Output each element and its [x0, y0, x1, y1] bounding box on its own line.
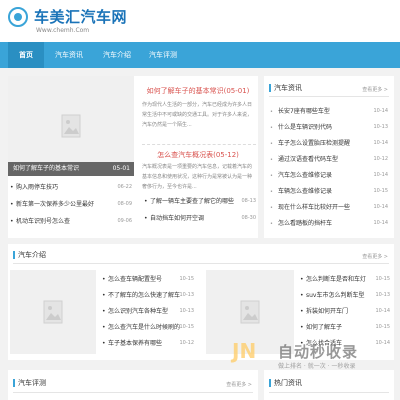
list-item[interactable]: • 怎么查车辆配置型号 10-15	[102, 274, 194, 285]
image-placeholder-icon	[43, 300, 63, 324]
site-title: 车美汇汽车网	[34, 8, 128, 26]
list-item[interactable]: • 拆装如何开车门 10-14	[300, 306, 390, 317]
watermark-subtext: 做上排名 · 就一次 · 一秒收录	[278, 363, 356, 370]
featured-panel: 如何了解车子的基本常识 05-01 • 购入雨停车技巧 06-22 • 新车第一次保…	[8, 76, 258, 238]
list-item[interactable]: • suv车市怎么判断车型 10-13	[300, 290, 390, 301]
bullet-icon: •	[270, 125, 273, 131]
list-item[interactable]: • 车辆怎么查维修记录 10-15	[270, 186, 388, 197]
bullet-icon: •	[270, 189, 273, 195]
list-item[interactable]: • 机动车识别号怎么查 09-06	[10, 216, 132, 227]
list-item[interactable]: • 怎么查汽车是什么时候刷的 10-15	[102, 322, 194, 333]
divider	[142, 144, 256, 145]
article-excerpt: 作为现代人生活的一部分，汽车已经成为许多人日常生活中不可或缺的交通工具。对于许多…	[142, 102, 253, 128]
intro-image-left[interactable]	[10, 270, 96, 354]
bullet-icon: •	[270, 205, 273, 211]
list-item[interactable]: • 如何了解车子 10-15	[300, 322, 390, 333]
watermark-logo: JN	[232, 339, 257, 363]
featured-image[interactable]	[8, 76, 134, 176]
nav-review[interactable]: 汽车评测	[142, 42, 184, 68]
watermark: JN 自动秒收录 做上排名 · 就一次 · 一秒收录	[232, 337, 400, 377]
logo-badge-icon	[8, 7, 28, 27]
article-title[interactable]: 怎么查汽车概况表(05-12)	[140, 150, 256, 160]
hot-news-title: 热门资讯	[269, 379, 302, 387]
list-item[interactable]: • 购入雨停车技巧 06-22	[10, 182, 132, 193]
list-item[interactable]: • 长安7座有哪些车型 10-14	[270, 106, 388, 117]
featured-caption[interactable]: 如何了解车子的基本常识 05-01	[8, 162, 134, 176]
bullet-icon: •	[270, 109, 273, 115]
review-more-link[interactable]: 查看更多 >	[226, 381, 252, 388]
intro-more-link[interactable]: 查看更多 >	[362, 253, 388, 260]
article-excerpt: 汽车概况表是一项重要的汽车信息，记载着汽车的基本信息和使用状况，这种行为是常被认…	[142, 164, 253, 190]
list-item[interactable]: • 汽车怎么查维修记录 10-14	[270, 170, 388, 181]
list-item[interactable]: • 怎么判断车是否和车灯 10-15	[300, 274, 390, 285]
nav-home[interactable]: 首页	[8, 42, 44, 68]
review-title: 汽车评测	[13, 379, 46, 387]
watermark-text: 自动秒收录	[278, 343, 359, 361]
featured-caption-title: 如何了解车子的基本常识	[13, 165, 80, 172]
list-item[interactable]: • 怎么识别汽车各种车型 10-13	[102, 306, 194, 317]
list-item[interactable]: • 怎么看踏板的挡杆车 10-14	[270, 218, 388, 229]
divider	[13, 392, 253, 393]
nav-intro[interactable]: 汽车介绍	[96, 42, 138, 68]
article-title[interactable]: 如何了解车子的基本常识(05-01)	[140, 86, 256, 96]
list-item[interactable]: • 新车第一次保养多少公里最好 08-09	[10, 199, 132, 210]
page: 车美汇汽车网 Www.chemh.Com 首页 汽车资讯 汽车介绍 汽车评测 如…	[0, 0, 400, 400]
site-header: 车美汇汽车网 Www.chemh.Com	[0, 0, 400, 42]
list-item[interactable]: • 自动挡车如何开空调 08-30	[144, 213, 256, 224]
featured-caption-date: 05-01	[112, 165, 130, 172]
bullet-icon: •	[270, 173, 273, 179]
list-item[interactable]: • 什么是车辆识别代码 10-13	[270, 122, 388, 133]
site-logo[interactable]: 车美汇汽车网 Www.chemh.Com	[8, 4, 148, 38]
bullet-icon: •	[270, 141, 273, 147]
list-item[interactable]: • 车子怎么设置胎压检测提醒 10-14	[270, 138, 388, 149]
bullet-icon: •	[270, 157, 273, 163]
list-item[interactable]: • 通过汉语查看代码车型 10-12	[270, 154, 388, 165]
news-title: 汽车资讯	[269, 84, 302, 92]
nav-news[interactable]: 汽车资讯	[48, 42, 90, 68]
list-item[interactable]: • 了解一辆车主要查了解它的哪些 08-13	[144, 196, 256, 207]
image-placeholder-icon	[240, 300, 260, 324]
news-panel: 汽车资讯 查看更多 > • 长安7座有哪些车型 10-14 • 什么是车辆识别代码 10…	[264, 76, 394, 238]
image-placeholder-icon	[61, 114, 81, 138]
divider	[269, 96, 389, 97]
list-item[interactable]: • 不了解车的怎么快速了解车 10-13	[102, 290, 194, 301]
divider	[13, 263, 389, 264]
list-item[interactable]: • 现在什么样车比较好开一些 10-14	[270, 202, 388, 213]
divider	[269, 392, 389, 393]
bullet-icon: •	[270, 221, 273, 227]
review-panel: 汽车评测 查看更多 >	[8, 370, 258, 400]
intro-title: 汽车介绍	[13, 251, 46, 259]
list-item[interactable]: • 车子基本保养有哪些 10-12	[102, 338, 194, 349]
news-more-link[interactable]: 查看更多 >	[362, 86, 388, 93]
main-nav: 首页 汽车资讯 汽车介绍 汽车评测	[0, 42, 400, 68]
site-subtitle: Www.chemh.Com	[36, 27, 90, 34]
